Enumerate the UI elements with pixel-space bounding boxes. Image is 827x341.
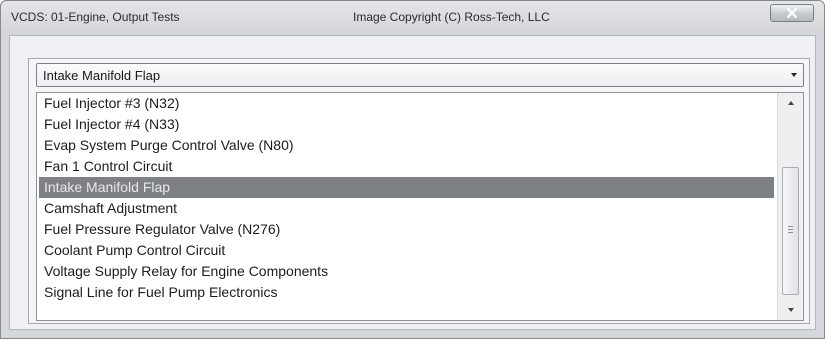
close-icon (786, 8, 798, 18)
list-item-coolant-pump-control[interactable]: Coolant Pump Control Circuit (39, 240, 774, 261)
grip-icon (788, 226, 793, 233)
dropdown-selected-value: Intake Manifold Flap (43, 68, 161, 83)
list-item-camshaft-adjustment[interactable]: Camshaft Adjustment (39, 198, 774, 219)
output-test-list[interactable]: Fuel Injector #3 (N32) Fuel Injector #4 … (36, 92, 804, 321)
window-title: VCDS: 01-Engine, Output Tests (11, 10, 180, 24)
copyright-notice: Image Copyright (C) Ross-Tech, LLC (353, 10, 550, 24)
list-item-fuel-pump-signal-line[interactable]: Signal Line for Fuel Pump Electronics (39, 282, 774, 303)
scroll-up-icon[interactable] (788, 101, 794, 105)
list-item-fuel-pressure-regulator[interactable]: Fuel Pressure Regulator Valve (N276) (39, 219, 774, 240)
list-item-intake-manifold-flap[interactable]: Intake Manifold Flap (39, 177, 774, 198)
scrollbar-thumb[interactable] (782, 167, 799, 295)
close-button[interactable] (770, 4, 814, 22)
list-item-fuel-injector-3[interactable]: Fuel Injector #3 (N32) (39, 93, 774, 114)
scroll-down-icon[interactable] (788, 308, 794, 312)
output-test-dropdown[interactable]: Intake Manifold Flap (36, 63, 804, 87)
list-item-voltage-supply-relay[interactable]: Voltage Supply Relay for Engine Componen… (39, 261, 774, 282)
list-item-fan-1-control[interactable]: Fan 1 Control Circuit (39, 156, 774, 177)
list-item-evap-purge-valve[interactable]: Evap System Purge Control Valve (N80) (39, 135, 774, 156)
list-item-fuel-injector-4[interactable]: Fuel Injector #4 (N33) (39, 114, 774, 135)
chevron-down-icon[interactable] (791, 73, 797, 77)
vertical-scrollbar[interactable] (777, 93, 803, 320)
title-bar[interactable]: VCDS: 01-Engine, Output Tests Image Copy… (1, 1, 824, 35)
